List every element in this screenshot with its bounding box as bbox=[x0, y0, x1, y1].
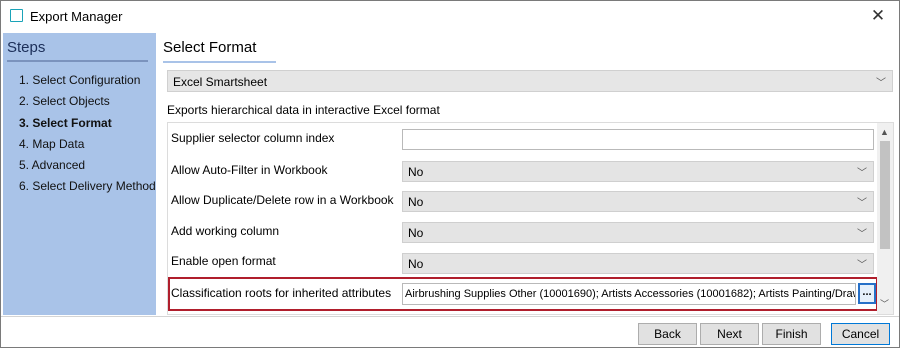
format-dropdown-value: Excel Smartsheet bbox=[173, 75, 268, 89]
chevron-down-icon: ﹀ bbox=[857, 168, 867, 179]
classification-row-highlight: Classification roots for inherited attri… bbox=[168, 277, 878, 311]
working-column-value: No bbox=[408, 226, 424, 240]
window-title: Export Manager bbox=[30, 9, 123, 24]
auto-filter-dropdown[interactable]: No ﹀ bbox=[402, 161, 874, 182]
browse-button[interactable]: ... bbox=[858, 283, 876, 304]
back-button[interactable]: Back bbox=[638, 323, 697, 345]
duplicate-delete-dropdown[interactable]: No ﹀ bbox=[402, 191, 874, 212]
scroll-up-icon[interactable]: ▲ bbox=[880, 127, 889, 137]
duplicate-delete-value: No bbox=[408, 195, 424, 209]
title-bar: Export Manager ✕ bbox=[1, 1, 899, 32]
scroll-down-icon[interactable]: ﹀ bbox=[880, 297, 889, 310]
classification-roots-label: Classification roots for inherited attri… bbox=[171, 286, 392, 300]
supplier-selector-label: Supplier selector column index bbox=[171, 131, 335, 145]
format-dropdown[interactable]: Excel Smartsheet ﹀ bbox=[167, 70, 893, 92]
steps-heading: Steps bbox=[7, 39, 46, 56]
supplier-selector-input[interactable] bbox=[402, 129, 874, 150]
auto-filter-value: No bbox=[408, 165, 424, 179]
auto-filter-label: Allow Auto-Filter in Workbook bbox=[171, 163, 328, 177]
classification-roots-value: Airbrushing Supplies Other (10001690); A… bbox=[405, 288, 855, 300]
open-format-dropdown[interactable]: No ﹀ bbox=[402, 253, 874, 274]
chevron-down-icon: ﹀ bbox=[857, 229, 867, 240]
section-underline bbox=[163, 61, 276, 63]
step-select-objects[interactable]: 2. Select Objects bbox=[19, 94, 110, 108]
app-icon bbox=[10, 9, 23, 22]
finish-button[interactable]: Finish bbox=[762, 323, 821, 345]
duplicate-delete-label: Allow Duplicate/Delete row in a Workbook bbox=[171, 193, 394, 207]
close-icon[interactable]: ✕ bbox=[867, 5, 889, 27]
properties-scrollbar[interactable]: ▲ ﹀ bbox=[877, 123, 893, 314]
footer-bar: Back Next Finish Cancel bbox=[1, 316, 899, 347]
section-title: Select Format bbox=[163, 39, 257, 56]
properties-grid: Supplier selector column index Allow Aut… bbox=[167, 122, 894, 315]
step-advanced[interactable]: 5. Advanced bbox=[19, 158, 85, 172]
next-button[interactable]: Next bbox=[700, 323, 759, 345]
step-map-data[interactable]: 4. Map Data bbox=[19, 137, 84, 151]
steps-divider bbox=[7, 60, 148, 62]
step-select-configuration[interactable]: 1. Select Configuration bbox=[19, 73, 140, 87]
classification-roots-input[interactable]: Airbrushing Supplies Other (10001690); A… bbox=[402, 283, 856, 305]
working-column-dropdown[interactable]: No ﹀ bbox=[402, 222, 874, 243]
cancel-button[interactable]: Cancel bbox=[831, 323, 890, 345]
open-format-label: Enable open format bbox=[171, 254, 276, 268]
steps-panel: Steps 1. Select Configuration 2. Select … bbox=[3, 33, 156, 315]
scrollbar-thumb[interactable] bbox=[880, 141, 890, 249]
step-select-format[interactable]: 3. Select Format bbox=[19, 116, 112, 130]
format-description: Exports hierarchical data in interactive… bbox=[167, 103, 440, 117]
open-format-value: No bbox=[408, 257, 424, 271]
chevron-down-icon: ﹀ bbox=[857, 260, 867, 271]
working-column-label: Add working column bbox=[171, 224, 280, 238]
chevron-down-icon: ﹀ bbox=[857, 198, 867, 209]
export-manager-window: Export Manager ✕ Steps 1. Select Configu… bbox=[0, 0, 900, 348]
step-select-delivery-method[interactable]: 6. Select Delivery Method bbox=[19, 179, 156, 193]
chevron-down-icon: ﹀ bbox=[876, 78, 886, 89]
